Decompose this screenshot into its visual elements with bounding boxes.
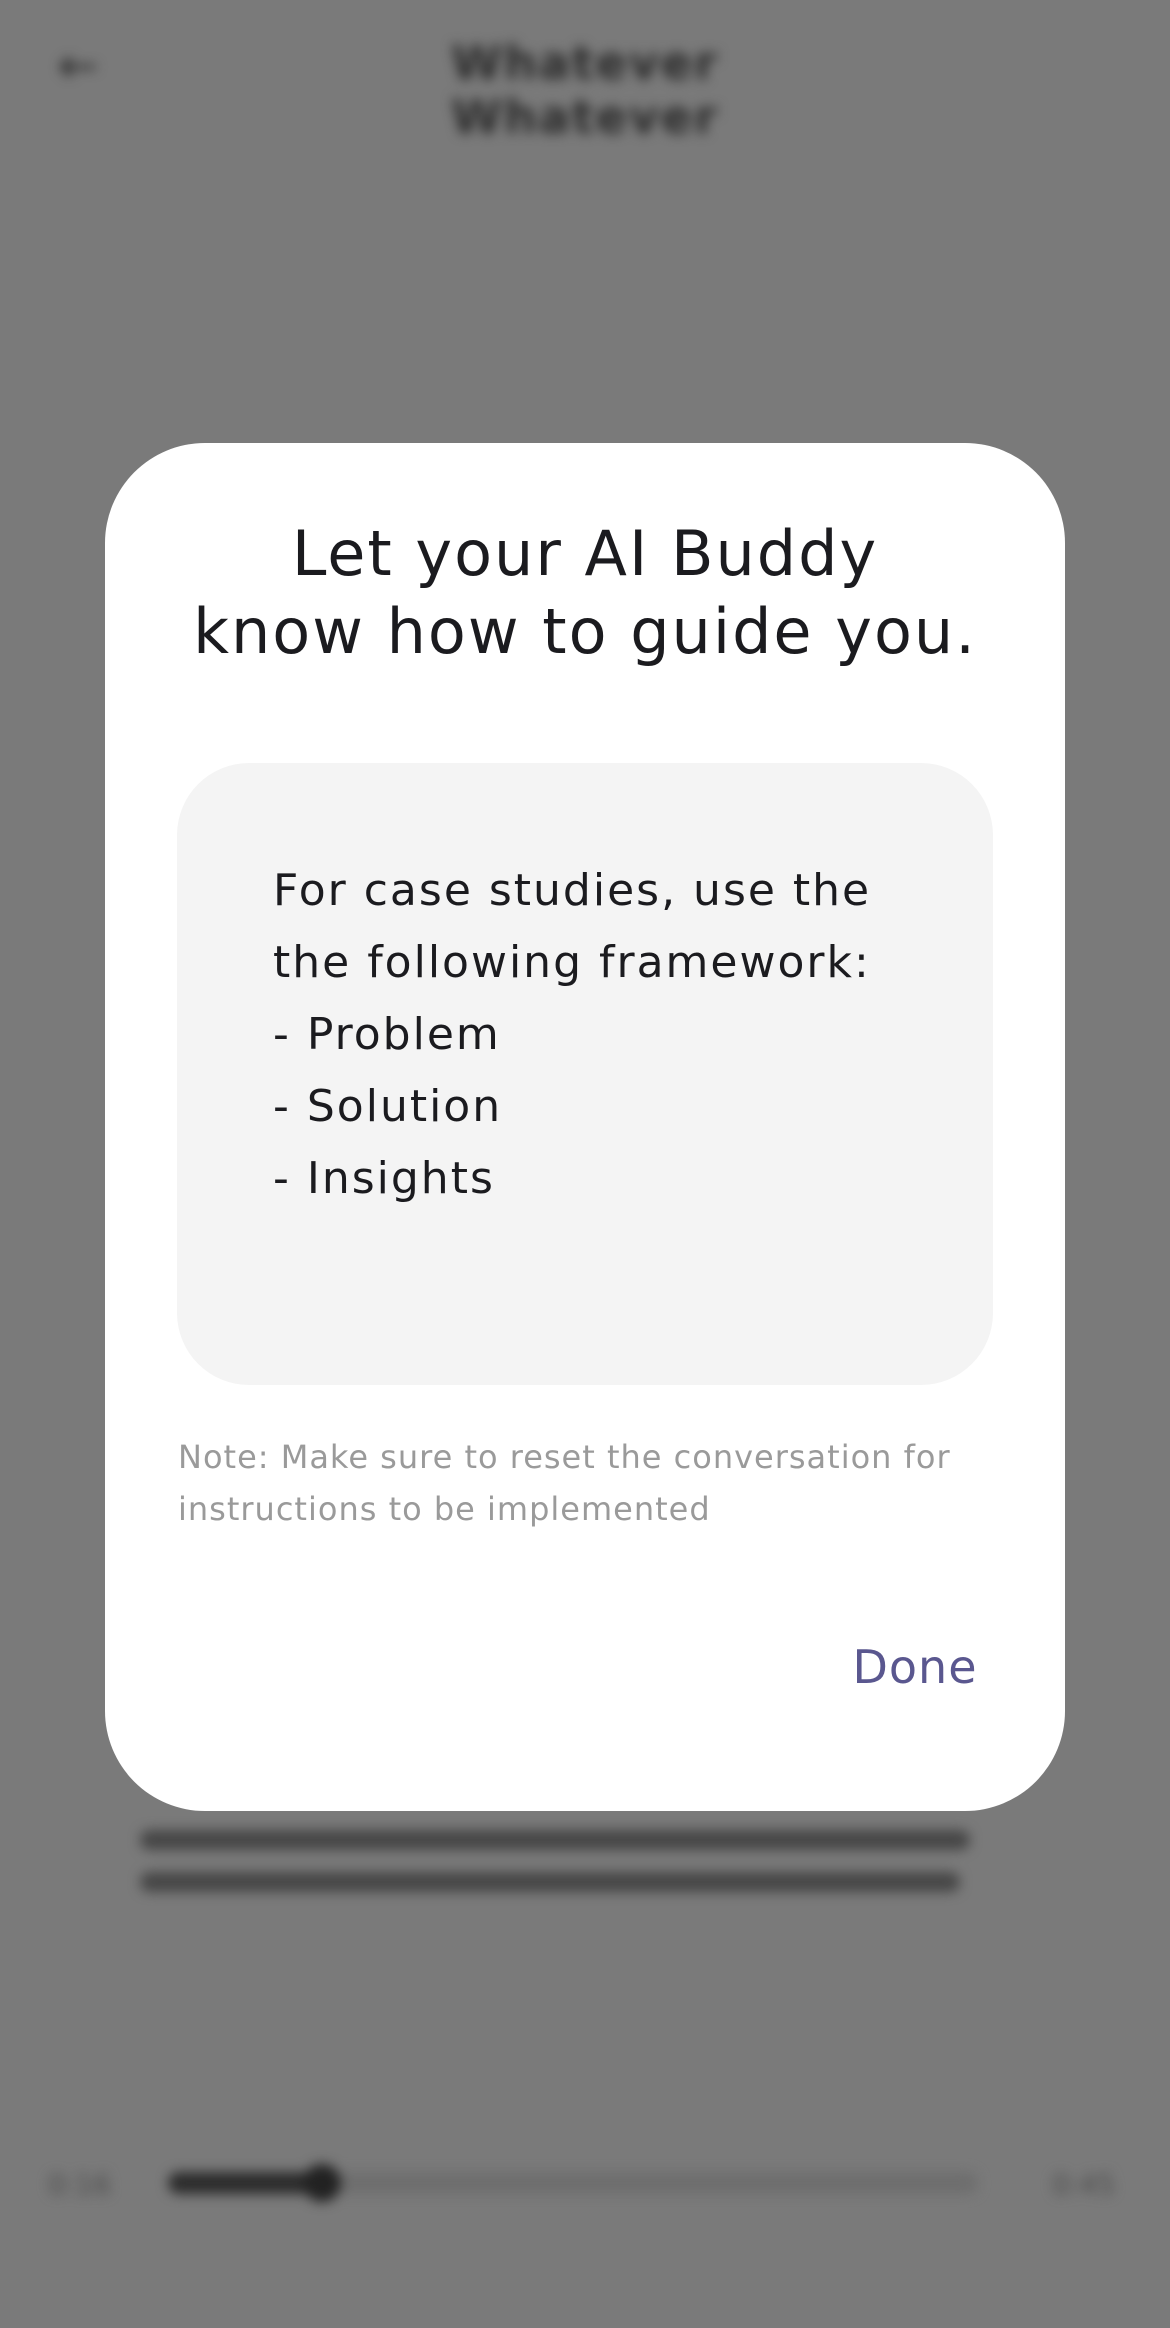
background-text-line [140, 1830, 970, 1850]
audio-progress-fill [168, 2172, 322, 2194]
instructions-input[interactable]: For case studies, use the the following … [177, 763, 993, 1385]
dialog-title: Let your AI Buddy know how to guide you. [193, 517, 977, 668]
instructions-text[interactable]: For case studies, use the the following … [273, 855, 953, 1215]
time-elapsed: 0:16 [48, 2168, 111, 2201]
background-text-line [140, 1872, 960, 1892]
done-button[interactable]: Done [825, 1627, 1005, 1707]
time-total: 0:45 [1052, 2168, 1115, 2201]
background-page-title: Whatever Whatever [451, 36, 719, 144]
ai-buddy-instructions-dialog: Let your AI Buddy know how to guide you.… [105, 443, 1065, 1811]
back-arrow-icon: ← [58, 38, 99, 94]
reset-note: Note: Make sure to reset the conversatio… [178, 1438, 951, 1528]
screen: ← Whatever Whatever 0:16 0:45 Let your A… [0, 0, 1170, 2328]
audio-progress-track [168, 2164, 978, 2202]
audio-progress-thumb [303, 2164, 341, 2202]
